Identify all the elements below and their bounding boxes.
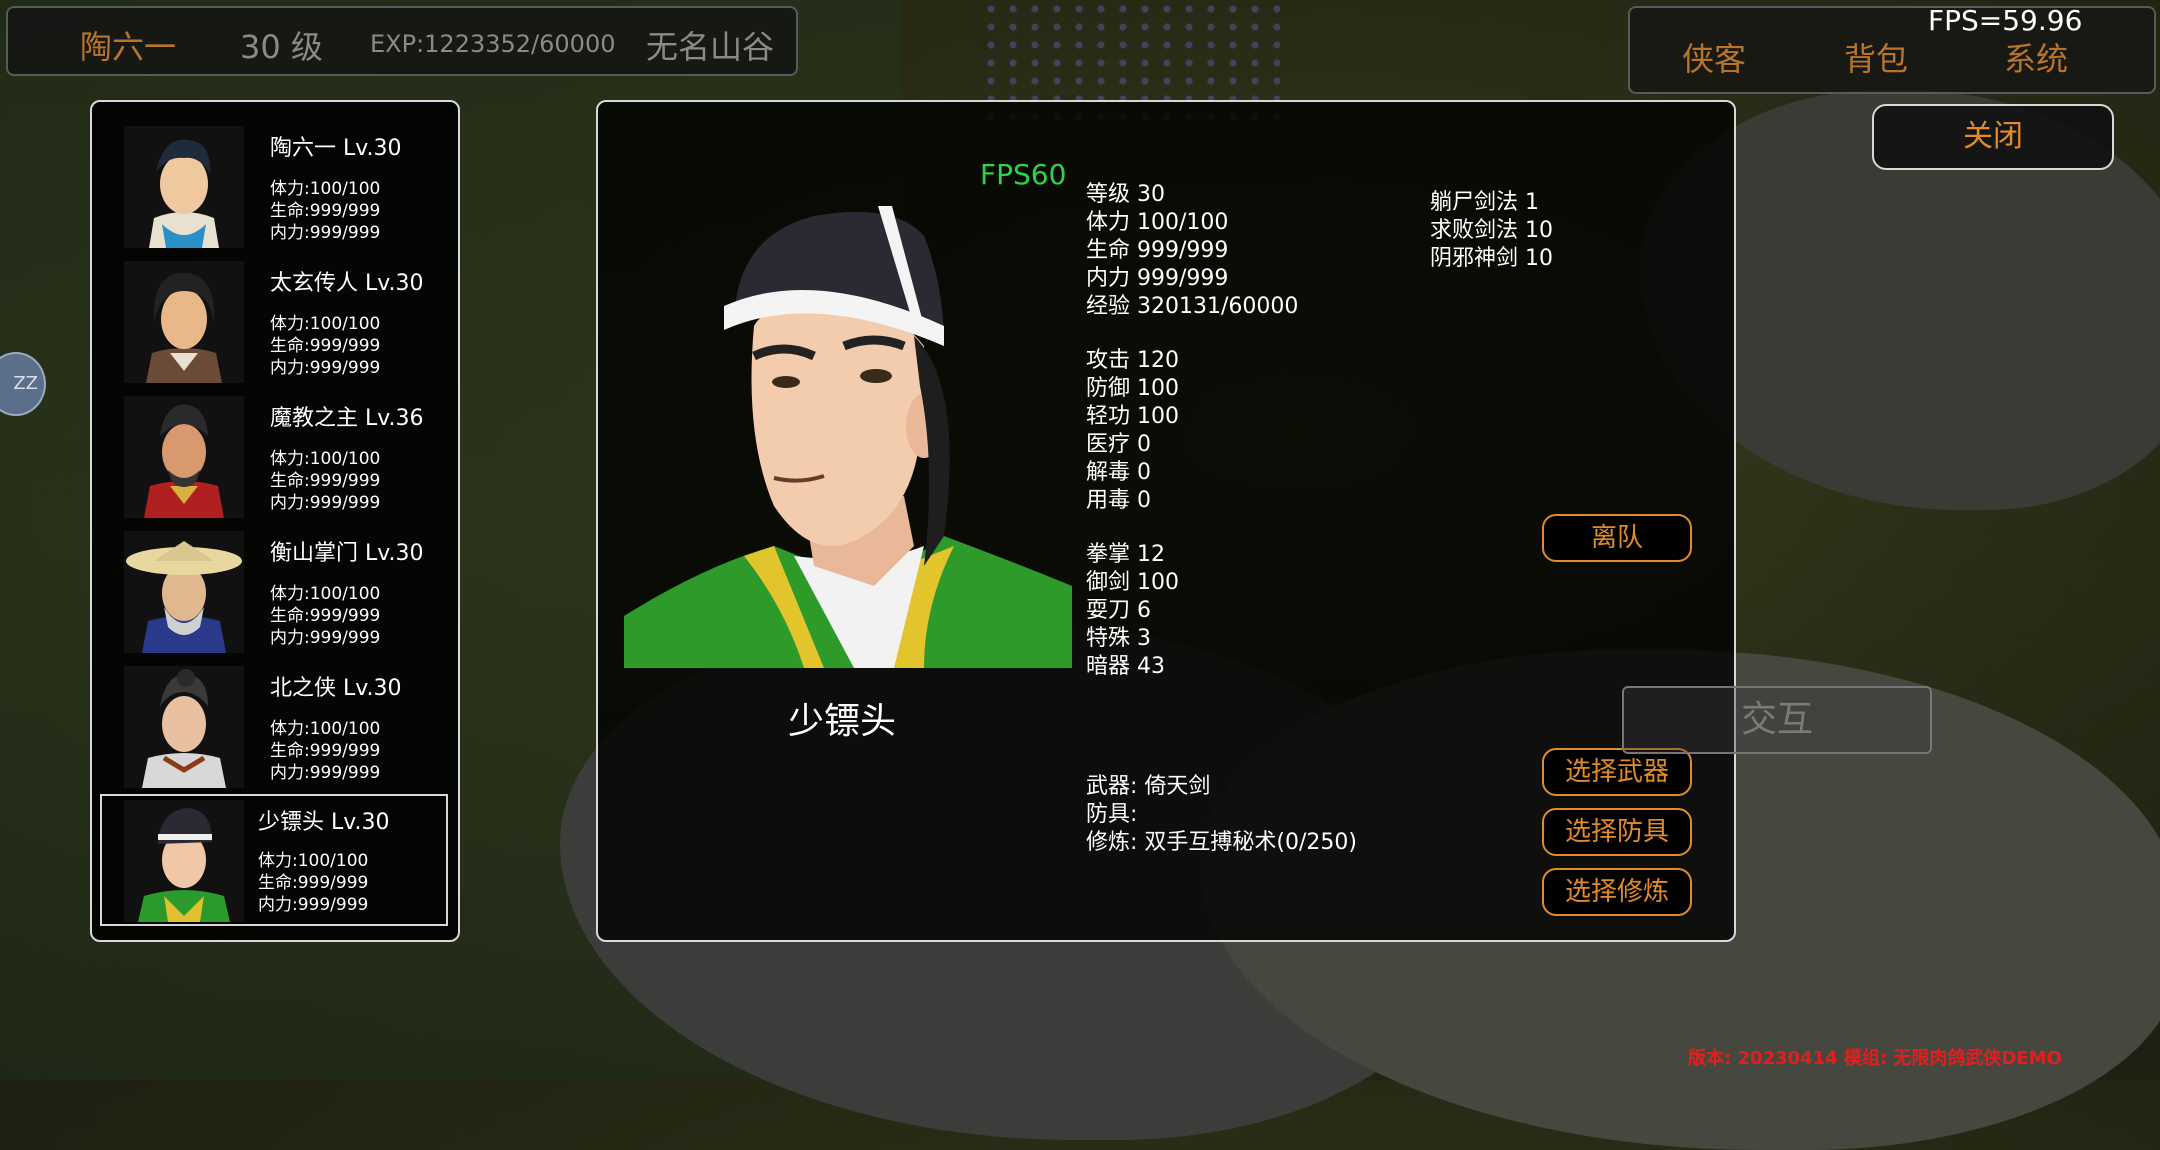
status-bar: 陶六一 30 级 EXP:1223352/60000 无名山谷: [6, 6, 798, 76]
menu-system[interactable]: 系统: [2004, 34, 2068, 80]
leave-party-button[interactable]: 离队: [1542, 514, 1692, 562]
party-member[interactable]: 太玄传人 Lv.30 体力:100/100 生命:999/999 内力:999/…: [106, 257, 444, 387]
member-mp: 内力:999/999: [270, 493, 381, 513]
choose-training-button[interactable]: 选择修炼: [1542, 868, 1692, 916]
member-name: 北之侠 Lv.30: [270, 676, 402, 701]
member-name: 陶六一 Lv.30: [270, 136, 402, 161]
member-portrait: [124, 800, 244, 922]
member-portrait: [124, 531, 244, 653]
character-portrait: [624, 206, 1072, 668]
interact-button[interactable]: 交互: [1622, 686, 1932, 754]
player-name: 陶六一: [80, 28, 177, 66]
member-portrait: [124, 126, 244, 248]
member-mp: 内力:999/999: [270, 628, 381, 648]
stat-exp: 经验 320131/60000: [1086, 294, 1299, 319]
member-mp: 内力:999/999: [270, 223, 381, 243]
martial-art-item: 阴邪神剑 10: [1430, 246, 1553, 271]
choose-armor-button[interactable]: 选择防具: [1542, 808, 1692, 856]
player-level: 30 级: [240, 28, 323, 66]
fps-label: FPS60: [980, 158, 1067, 191]
version-label: 版本: 20230414 模组: 无限肉鸽武侠DEMO: [1688, 1048, 2062, 1069]
member-portrait: [124, 396, 244, 518]
location-name: 无名山谷: [646, 28, 775, 66]
member-name: 少镖头 Lv.30: [258, 810, 390, 835]
member-name: 衡山掌门 Lv.30: [270, 541, 424, 566]
member-name: 太玄传人 Lv.30: [270, 271, 424, 296]
party-member[interactable]: 衡山掌门 Lv.30 体力:100/100 生命:999/999 内力:999/…: [106, 527, 444, 657]
menu-bag[interactable]: 背包: [1844, 34, 1908, 80]
stat-hidden-weapon: 暗器 43: [1086, 654, 1165, 679]
member-mp: 内力:999/999: [258, 895, 369, 915]
player-exp: EXP:1223352/60000: [370, 30, 616, 58]
choose-weapon-button[interactable]: 选择武器: [1542, 748, 1692, 796]
stat-poison: 用毒 0: [1086, 488, 1151, 513]
member-name: 魔教之主 Lv.36: [270, 406, 424, 431]
fps-counter: FPS=59.96: [1928, 4, 2083, 37]
party-list: 陶六一 Lv.30 体力:100/100 生命:999/999 内力:999/9…: [90, 100, 460, 942]
member-mp: 内力:999/999: [270, 358, 381, 378]
menu-heroes[interactable]: 侠客: [1682, 34, 1746, 80]
member-portrait: [124, 666, 244, 788]
member-portrait: [124, 261, 244, 383]
character-name: 少镖头: [788, 701, 897, 742]
party-member[interactable]: 少镖头 Lv.30 体力:100/100 生命:999/999 内力:999/9…: [100, 794, 448, 926]
party-member[interactable]: 陶六一 Lv.30 体力:100/100 生命:999/999 内力:999/9…: [106, 122, 444, 252]
close-button[interactable]: 关闭: [1872, 104, 2114, 170]
member-mp: 内力:999/999: [270, 763, 381, 783]
party-member[interactable]: 魔教之主 Lv.36 体力:100/100 生命:999/999 内力:999/…: [106, 392, 444, 522]
equip-training: 修炼: 双手互搏秘术(0/250): [1086, 830, 1357, 855]
party-member[interactable]: 北之侠 Lv.30 体力:100/100 生命:999/999 内力:999/9…: [106, 662, 444, 792]
